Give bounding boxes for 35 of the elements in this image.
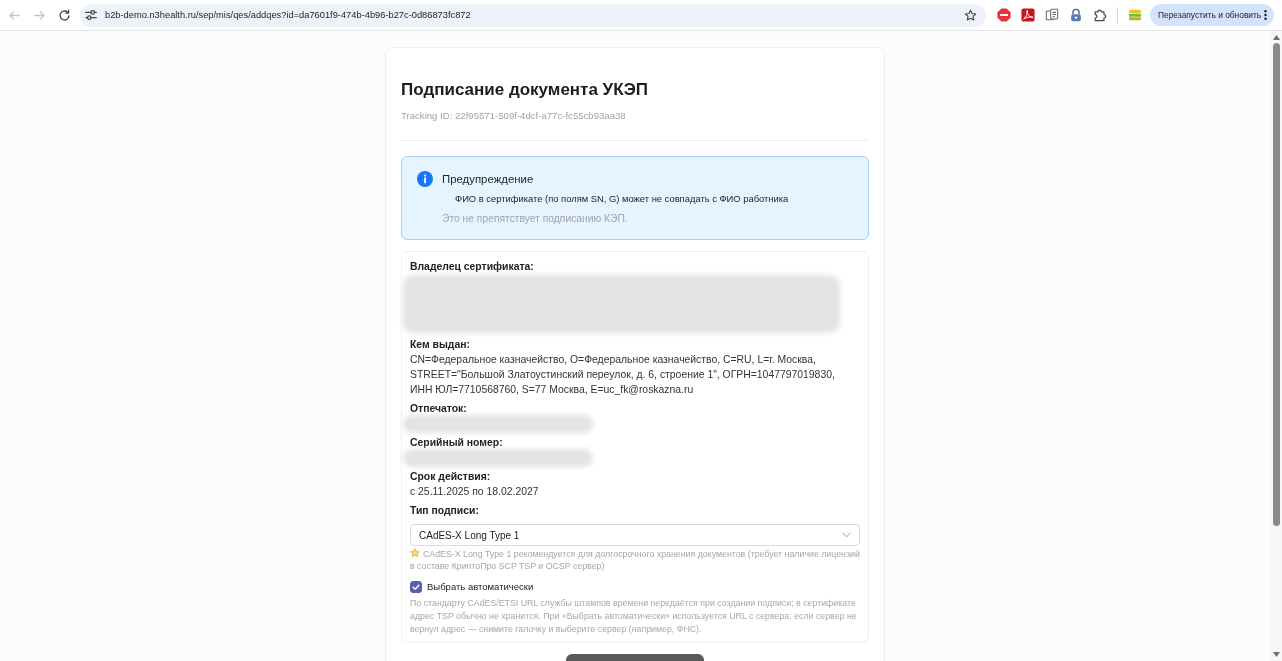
scroll-up-icon[interactable] — [1272, 35, 1280, 40]
extensions-icon[interactable] — [1093, 8, 1107, 22]
page-title: Подписание документа УКЭП — [401, 79, 650, 101]
bookmark-star-icon[interactable] — [964, 8, 977, 22]
field-label: Владелец сертификата: — [410, 260, 535, 274]
field-label: Кем выдан: — [410, 338, 471, 352]
tracking-id: Tracking ID: 22f95571-509f-4dcf-a77c-fc55cb93aa38 — [401, 109, 627, 123]
stop-sign-icon[interactable] — [997, 8, 1011, 22]
more-icon[interactable] — [1264, 10, 1267, 20]
checkbox[interactable] — [410, 581, 422, 593]
padlock-icon[interactable] — [1069, 8, 1083, 22]
field-value: CN=Федеральное казначейство, O=Федеральное казначейство, C=RU, L=г. Москва, STREET="Большой Златоустинский переулок, д. 6, строение 1", ОГРН=1047797019830, ИНН ЮЛ=7710568760, S=77 Москва, E=uc_fk@roskazna.ru — [410, 353, 836, 397]
field-label: Отпечаток: — [410, 402, 468, 416]
star-icon — [410, 548, 420, 558]
url-text[interactable]: b2b-demo.n3health.ru/sep/mis/qes/addqes?id=da7601f9-474b-4b96-b27c-0d86873fc872 — [105, 10, 964, 20]
field-value: с 25.11.2025 по 18.02.2027 — [410, 485, 540, 499]
field-label: Срок действия: — [410, 470, 492, 484]
scrollbar-thumb[interactable] — [1272, 43, 1280, 526]
warning-note: Это не препятствует подписанию КЭП. — [441, 212, 629, 226]
auto-select-note: По стандарту CAdES/ETSI URL службы штампов времени передаётся при создании подписи; в сертификате адрес TSP обычно не хранится. При «Выбрать автоматически» используется URL с сервера; если сервер не вернул адрес — снимите галочку и выберите сервер (например, ФНС). — [410, 597, 858, 636]
field-label: Тип подписи: — [410, 504, 480, 518]
documents-icon[interactable] — [1045, 8, 1059, 22]
address-bar[interactable]: b2b-demo.n3health.ru/sep/mis/qes/addqes?id=da7601f9-474b-4b96-b27c-0d86873fc872 — [80, 3, 986, 27]
checkbox-label[interactable]: Выбрать автоматически — [427, 580, 534, 594]
chevron-down-icon — [842, 532, 851, 538]
signature-type-select[interactable]: CAdES-X Long Type 1 — [410, 524, 860, 546]
field-label: Серийный номер: — [410, 436, 504, 450]
pdf-icon[interactable] — [1021, 8, 1035, 22]
site-settings-icon[interactable] — [84, 8, 98, 22]
warning-title: Предупреждение — [442, 172, 534, 187]
warning-message: ФИО в сертификате (по полям SN, G) может не совпадать с ФИО работника — [454, 192, 790, 206]
signature-hint: CAdES-X Long Type 1 рекомендуется для долгосрочного хранения документов (требует наличие лицензий в составе КриптоПро SCP TSP и OCSP сервер) — [410, 548, 860, 572]
info-icon — [417, 171, 433, 187]
scroll-down-icon[interactable] — [1272, 652, 1280, 657]
update-button[interactable]: Перезапустить и обновить — [1150, 4, 1274, 26]
